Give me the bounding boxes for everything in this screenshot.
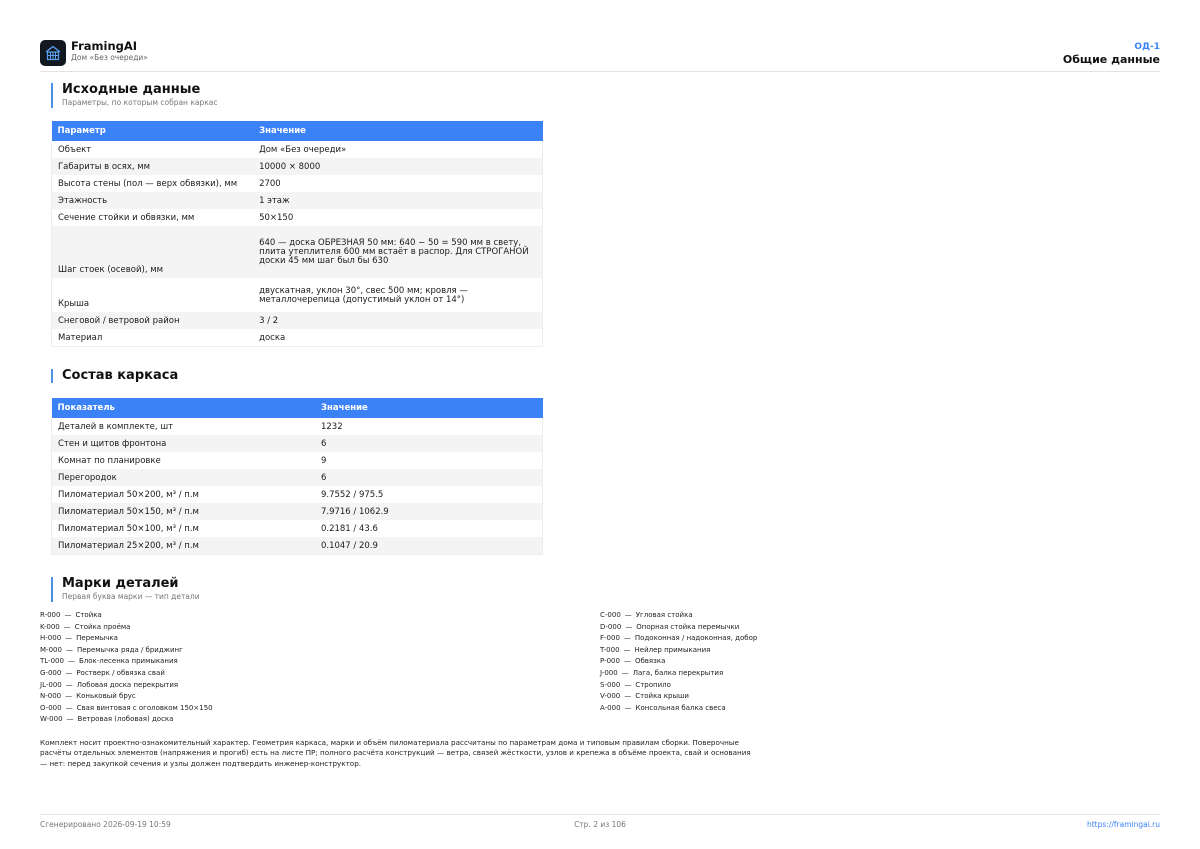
section-title: Исходные данные — [62, 82, 201, 97]
param-cell: Комнат по планировке — [50, 452, 315, 469]
table-row: Пиломатериал 50×100, м³ / п.м 0.2181 / 4… — [50, 520, 543, 537]
page-number: Стр. 2 из 106 — [574, 820, 626, 829]
table-row: Пиломатериал 50×200, м³ / п.м 9.7552 / 9… — [50, 486, 543, 503]
value-cell: 9 — [314, 452, 543, 469]
list-item: V-000— Стойка крыши — [600, 692, 689, 701]
value-cell: 0.2181 / 43.6 — [314, 520, 543, 537]
sheet-code: ОД-1 — [1134, 42, 1160, 52]
value-cell: 50×150 — [253, 209, 544, 226]
param-cell: Шаг стоек (осевой), мм — [51, 226, 254, 278]
param-cell: Пиломатериал 25×200, м³ / п.м — [50, 537, 315, 555]
table-row: Габариты в осях, мм 10000 × 8000 — [51, 158, 544, 175]
page-header: FramingAI Дом «Без очереди» ОД-1 Общие д… — [40, 40, 1160, 72]
param-cell: Габариты в осях, мм — [51, 158, 254, 175]
value-cell: двускатная, уклон 30°, свес 500 мм; кров… — [253, 278, 544, 312]
param-cell: Высота стены (пол — верх обвязки), мм — [51, 175, 254, 192]
list-item: A-000— Консольная балка свеса — [600, 703, 726, 712]
list-item: N-000— Коньковый брус — [40, 692, 136, 701]
column-header: Значение — [253, 121, 543, 141]
table-row: Перегородок 6 — [50, 469, 543, 486]
param-cell: Объект — [51, 141, 254, 158]
value-cell: доска — [253, 329, 544, 347]
list-item: H-000— Перемычка — [40, 634, 118, 643]
table-row: Деталей в комплекте, шт 1232 — [50, 418, 543, 435]
column-header: Значение — [314, 398, 543, 418]
param-cell: Пиломатериал 50×100, м³ / п.м — [50, 520, 315, 537]
param-cell: Перегородок — [50, 469, 315, 486]
table-row: Высота стены (пол — верх обвязки), мм 27… — [51, 175, 544, 192]
value-cell: 1232 — [314, 418, 543, 435]
composition-table: Показатель Значение Деталей в комплекте,… — [50, 398, 543, 555]
list-item: F-000— Подоконная / надоконная, добор — [600, 634, 758, 643]
table-row: Пиломатериал 50×150, м³ / п.м 7.9716 / 1… — [50, 503, 543, 520]
list-item: JL-000— Лобовая доска перекрытия — [40, 680, 179, 689]
site-link[interactable]: https://framingai.ru — [1087, 820, 1160, 829]
list-item: R-000— Стойка — [40, 611, 102, 619]
column-header: Показатель — [51, 398, 315, 418]
section-title: Состав каркаса — [62, 368, 179, 383]
value-cell: 7.9716 / 1062.9 — [314, 503, 543, 520]
list-item: C-000— Угловая стойка — [600, 611, 693, 619]
table-row: Комнат по планировке 9 — [50, 452, 543, 469]
value-cell: 2700 — [253, 175, 544, 192]
table-row: Сечение стойки и обвязки, мм 50×150 — [51, 209, 544, 226]
brand-title: FramingAI — [71, 39, 138, 53]
list-item: G-000— Ростверк / обвязка свай — [40, 668, 165, 677]
value-cell: 10000 × 8000 — [253, 158, 544, 175]
composition-section-header: Состав каркаса — [51, 369, 178, 383]
value-cell: 6 — [314, 435, 543, 452]
param-cell: Материал — [51, 329, 254, 347]
section-subtitle: Параметры, по которым собран каркас — [62, 98, 218, 107]
list-item: P-000— Обвязка — [600, 657, 666, 666]
marks-list-right: C-000— Угловая стойка D-000— Опорная стойк… — [600, 610, 757, 714]
param-cell: Стен и щитов фронтона — [50, 435, 315, 452]
value-cell: 0.1047 / 20.9 — [314, 537, 543, 555]
section-title: Марки деталей — [62, 576, 179, 591]
marks-section-header: Марки деталей Первая буква марки — тип д… — [51, 577, 200, 602]
table-row: Стен и щитов фронтона 6 — [50, 435, 543, 452]
project-name: Дом «Без очереди» — [71, 53, 148, 62]
value-cell: 6 — [314, 469, 543, 486]
value-cell: 9.7552 / 975.5 — [314, 486, 543, 503]
table-row: Материал доска — [51, 329, 544, 347]
house-logo-icon — [40, 40, 66, 66]
table-header-row: Параметр Значение — [51, 121, 543, 141]
table-row: Объект Дом «Без очереди» — [51, 141, 544, 158]
list-item: M-000— Перемычка ряда / бриджинг — [40, 645, 183, 654]
list-item: T-000— Нейлер примыкания — [600, 645, 711, 654]
list-item: K-000— Стойка проёма — [40, 622, 131, 631]
param-cell: Снеговой / ветровой район — [51, 312, 254, 329]
list-item: J-000— Лага, балка перекрытия — [600, 668, 724, 677]
param-cell: Сечение стойки и обвязки, мм — [51, 209, 254, 226]
list-item: O-000— Свая винтовая с оголовком 150×150 — [40, 703, 213, 712]
page-footer: Сгенерировано 2026-09-19 10:59 Стр. 2 из… — [40, 814, 1160, 834]
value-cell: Дом «Без очереди» — [253, 141, 544, 158]
source-data-table: Параметр Значение Объект Дом «Без очеред… — [51, 121, 544, 347]
value-cell: 3 / 2 — [253, 312, 544, 329]
list-item: TL-000— Блок-лесенка примыкания — [40, 657, 178, 666]
param-cell: Пиломатериал 50×200, м³ / п.м — [50, 486, 315, 503]
param-cell: Пиломатериал 50×150, м³ / п.м — [50, 503, 315, 520]
table-row: Шаг стоек (осевой), мм 640 — доска ОБРЕЗ… — [51, 226, 544, 278]
value-cell: 1 этаж — [253, 192, 544, 209]
source-section-header: Исходные данные Параметры, по которым со… — [51, 83, 217, 108]
list-item: W-000— Ветровая (лобовая) доска — [40, 715, 174, 724]
table-row: Снеговой / ветровой район 3 / 2 — [51, 312, 544, 329]
table-header-row: Показатель Значение — [51, 398, 543, 418]
table-row: Крыша двускатная, уклон 30°, свес 500 мм… — [51, 278, 544, 312]
sheet-title: Общие данные — [1062, 53, 1160, 66]
list-item: D-000— Опорная стойка перемычки — [600, 622, 740, 631]
disclaimer-note: Комплект носит проектно-ознакомительный … — [40, 738, 751, 768]
param-cell: Деталей в комплекте, шт — [50, 418, 315, 435]
marks-list-left: R-000— Стойка K-000— Стойка проёма H-000— П… — [40, 610, 213, 726]
list-item: S-000— Стропило — [600, 680, 671, 689]
column-header: Параметр — [51, 121, 254, 141]
section-subtitle: Первая буква марки — тип детали — [62, 592, 200, 601]
value-cell: 640 — доска ОБРЕЗНАЯ 50 мм: 640 − 50 = 5… — [253, 226, 544, 278]
table-row: Пиломатериал 25×200, м³ / п.м 0.1047 / 2… — [50, 537, 543, 555]
param-cell: Крыша — [51, 278, 254, 312]
table-row: Этажность 1 этаж — [51, 192, 544, 209]
param-cell: Этажность — [51, 192, 254, 209]
